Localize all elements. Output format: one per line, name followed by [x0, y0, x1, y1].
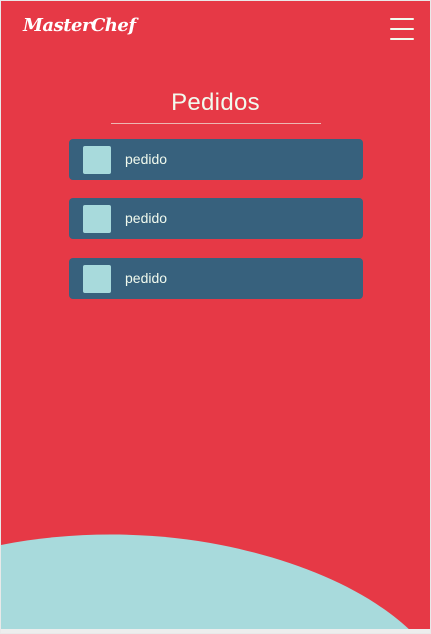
menu-line [390, 28, 414, 30]
app-screen: MasterChef Pedidos pedido pedido pedido [0, 0, 431, 634]
menu-line [390, 18, 414, 20]
hamburger-menu-icon[interactable] [390, 17, 414, 41]
order-item[interactable]: pedido [69, 258, 363, 299]
bottom-edge [1, 629, 430, 633]
top-bar: MasterChef [1, 1, 430, 57]
order-checkbox[interactable] [83, 205, 111, 233]
order-item[interactable]: pedido [69, 139, 363, 180]
order-label: pedido [125, 210, 168, 226]
order-checkbox[interactable] [83, 265, 111, 293]
order-label: pedido [125, 151, 168, 167]
title-divider [111, 123, 321, 124]
order-checkbox[interactable] [83, 146, 111, 174]
order-item[interactable]: pedido [69, 198, 363, 239]
menu-line [390, 38, 414, 40]
page-title: Pedidos [171, 89, 260, 116]
brand-logo[interactable]: MasterChef [23, 15, 136, 36]
orders-list: pedido pedido pedido [69, 139, 363, 317]
order-label: pedido [125, 270, 168, 286]
